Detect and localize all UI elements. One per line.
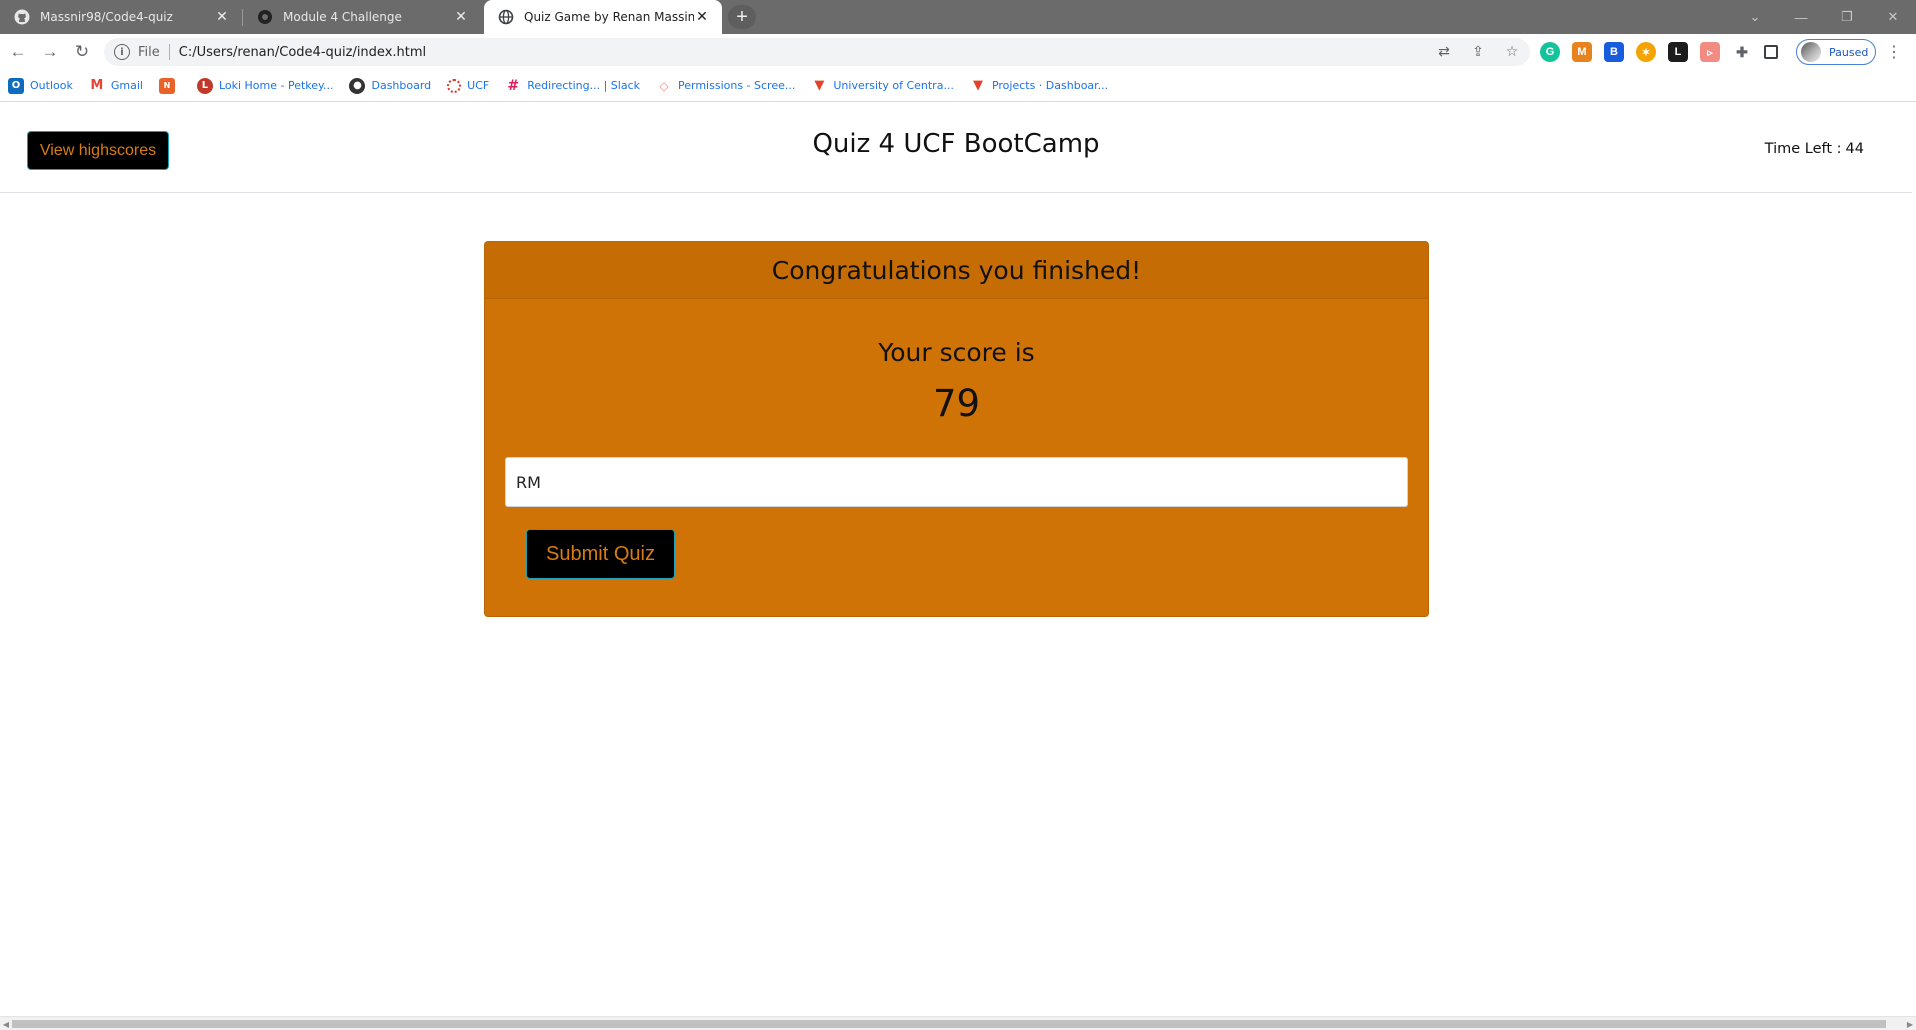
tab-title: Module 4 Challenge xyxy=(283,10,402,24)
bookmark-loki[interactable]: L Loki Home - Petkey... xyxy=(196,77,334,94)
browser-tab-quiz[interactable]: Quiz Game by Renan Massini ✕ xyxy=(484,0,722,34)
bitwarden-icon[interactable]: B xyxy=(1604,42,1624,62)
reload-icon[interactable]: ↻ xyxy=(68,38,96,66)
close-icon[interactable]: ✕ xyxy=(694,9,710,25)
ucf-icon xyxy=(447,78,462,93)
github-icon xyxy=(14,9,30,25)
timer: Time Left :44 xyxy=(1765,141,1868,157)
close-icon[interactable]: ✕ xyxy=(214,9,230,25)
close-icon[interactable]: ✕ xyxy=(453,9,469,25)
scroll-right-icon[interactable]: ▶ xyxy=(1904,1018,1916,1030)
timer-label: Time Left : xyxy=(1764,141,1842,157)
browser-toolbar: ← → ↻ i File C:/Users/renan/Code4-quiz/i… xyxy=(0,34,1916,70)
window-controls: ⌄ — ❐ ✕ xyxy=(1732,0,1916,34)
permissions-extension-icon[interactable]: ▹ xyxy=(1700,42,1720,62)
page-title: Quiz 4 UCF BootCamp xyxy=(812,129,1100,159)
window-close-icon[interactable]: ✕ xyxy=(1870,0,1916,34)
metamask-icon[interactable]: M xyxy=(1572,42,1592,62)
bookmark-label: Gmail xyxy=(110,79,143,92)
info-icon[interactable]: i xyxy=(114,44,130,60)
avatar xyxy=(1801,42,1821,62)
bookmark-label: Permissions - Scree... xyxy=(678,79,796,92)
side-panel-icon[interactable] xyxy=(1764,45,1778,59)
puzzle-icon[interactable]: ✚ xyxy=(1732,42,1752,62)
bookmark-ucf[interactable]: UCF xyxy=(447,78,490,93)
address-divider xyxy=(168,44,170,60)
horizontal-scrollbar[interactable]: ◀ ▶ xyxy=(0,1016,1916,1030)
bookmark-dashboard[interactable]: ● Dashboard xyxy=(349,77,432,94)
scroll-left-icon[interactable]: ◀ xyxy=(0,1018,12,1030)
bookmark-star-icon[interactable]: ☆ xyxy=(1502,42,1522,62)
extensions-row: G M B ✶ L ▹ ✚ xyxy=(1540,42,1778,62)
address-url[interactable]: C:/Users/renan/Code4-quiz/index.html xyxy=(179,45,426,60)
results-card: Congratulations you finished! Your score… xyxy=(484,241,1429,617)
initials-input[interactable] xyxy=(505,457,1408,507)
bookmark-ninja[interactable]: N xyxy=(158,77,181,94)
bookmark-label: Redirecting... | Slack xyxy=(527,79,640,92)
bookmark-ucf-gitlab[interactable]: ▼ University of Centra... xyxy=(811,78,954,94)
back-arrow-icon[interactable]: ← xyxy=(4,38,32,66)
bookmarks-bar: O Outlook M Gmail N L Loki Home - Petkey… xyxy=(0,70,1916,102)
bookmark-gmail[interactable]: M Gmail xyxy=(89,78,143,94)
slack-icon: # xyxy=(507,77,520,94)
score-label: Your score is xyxy=(878,338,1035,367)
bookmark-label: University of Centra... xyxy=(833,79,954,92)
browser-tab-github[interactable]: Massnir98/Code4-quiz ✕ xyxy=(0,0,242,34)
globe-icon xyxy=(498,9,514,25)
outlook-icon: O xyxy=(8,77,24,94)
tab-title: Massnir98/Code4-quiz xyxy=(40,10,173,24)
address-bar[interactable]: i File C:/Users/renan/Code4-quiz/index.h… xyxy=(104,38,1530,66)
browser-tab-module4[interactable]: Module 4 Challenge ✕ xyxy=(243,0,481,34)
bookmark-label: UCF xyxy=(467,79,490,92)
canvas-icon: ● xyxy=(349,77,366,94)
quiz-page: View highscores Quiz 4 UCF BootCamp Time… xyxy=(0,103,1916,1015)
timer-value: 44 xyxy=(1845,141,1864,157)
bookmark-permissions[interactable]: ◇ Permissions - Scree... xyxy=(656,78,795,94)
bookmark-projects-gitlab[interactable]: ▼ Projects · Dashboar... xyxy=(970,78,1108,94)
new-tab-button[interactable]: + xyxy=(728,5,756,29)
bookmark-label: Loki Home - Petkey... xyxy=(218,79,334,92)
grammarly-icon[interactable]: G xyxy=(1540,42,1560,62)
gitlab-icon: ▼ xyxy=(814,78,825,93)
sparkle-extension-icon[interactable]: ✶ xyxy=(1636,42,1656,62)
translate-icon[interactable]: ⇄ xyxy=(1434,42,1454,62)
profile-button[interactable]: Paused xyxy=(1796,39,1876,65)
bookmark-slack[interactable]: # Redirecting... | Slack xyxy=(505,78,640,94)
restore-icon[interactable]: ❐ xyxy=(1824,0,1870,34)
share-icon[interactable]: ⇪ xyxy=(1468,42,1488,62)
tab-search-icon[interactable]: ⌄ xyxy=(1732,0,1778,34)
submit-quiz-button[interactable]: Submit Quiz xyxy=(526,529,675,579)
lion-extension-icon[interactable]: L xyxy=(1668,42,1688,62)
browser-tabstrip: Massnir98/Code4-quiz ✕ Module 4 Challeng… xyxy=(0,0,1916,34)
minimize-icon[interactable]: — xyxy=(1778,0,1824,34)
permissions-icon: ◇ xyxy=(659,78,669,93)
page-header: View highscores Quiz 4 UCF BootCamp Time… xyxy=(0,103,1912,193)
address-actions: ⇄ ⇪ ☆ xyxy=(1434,42,1522,62)
menu-kebab-icon[interactable]: ⋮ xyxy=(1884,42,1904,62)
score-value: 79 xyxy=(932,382,981,425)
gitlab-icon: ▼ xyxy=(972,78,983,93)
bookmark-label: Dashboard xyxy=(371,79,432,92)
loki-icon: L xyxy=(196,77,213,94)
address-scheme-label: File xyxy=(138,44,160,60)
tab-title: Quiz Game by Renan Massini xyxy=(524,10,694,24)
scrollbar-thumb[interactable] xyxy=(12,1020,1886,1028)
bookmark-label: Outlook xyxy=(30,79,73,92)
bookmark-label: Projects · Dashboar... xyxy=(991,79,1109,92)
results-heading: Congratulations you finished! xyxy=(485,242,1428,299)
forward-arrow-icon[interactable]: → xyxy=(36,38,64,66)
bookmark-outlook[interactable]: O Outlook xyxy=(8,77,73,94)
profile-status: Paused xyxy=(1829,45,1869,59)
ninja-icon: N xyxy=(158,77,175,94)
canvas-icon xyxy=(257,9,273,25)
gmail-icon: M xyxy=(90,78,104,93)
